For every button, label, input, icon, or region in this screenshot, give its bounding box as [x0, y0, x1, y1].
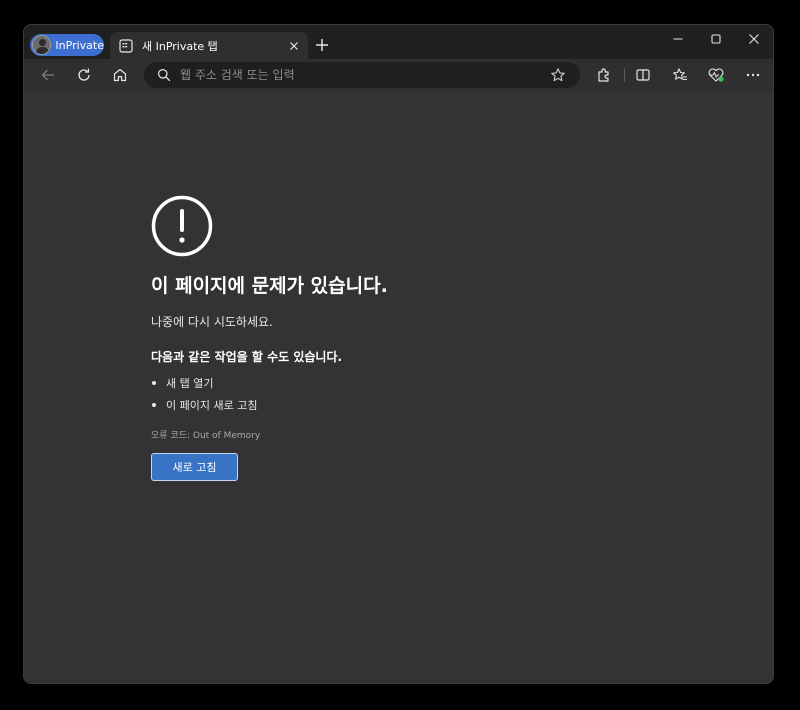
favorites-button[interactable]: [667, 63, 693, 87]
option-label: 새 탭 열기: [166, 377, 214, 390]
inprivate-profile-button[interactable]: InPrivate: [30, 34, 104, 56]
close-window-button[interactable]: [736, 28, 772, 50]
bullet-icon: [152, 381, 156, 385]
browser-window: InPrivate 새 InPrivate 탭 웹 주소 검색 또는 입력 이 …: [23, 24, 774, 684]
option-label: 이 페이지 새로 고침: [166, 399, 258, 412]
error-subtitle: 나중에 다시 시도하세요.: [151, 315, 273, 329]
options-list: 새 탭 열기 이 페이지 새로 고침: [151, 372, 257, 416]
back-button[interactable]: [35, 63, 61, 87]
profile-avatar-icon: [32, 35, 52, 55]
minimize-icon: [673, 38, 683, 40]
error-title: 이 페이지에 문제가 있습니다.: [151, 275, 388, 297]
error-exclamation-icon: [151, 195, 213, 257]
back-arrow-icon: [41, 69, 54, 81]
browser-essentials-icon: [708, 68, 724, 82]
split-screen-icon: [636, 69, 650, 81]
home-icon: [113, 68, 127, 82]
tab-new-inprivate[interactable]: 새 InPrivate 탭: [110, 32, 308, 59]
refresh-icon: [78, 68, 90, 81]
tab-title: 새 InPrivate 탭: [142, 39, 218, 53]
home-button[interactable]: [107, 63, 133, 87]
maximize-icon: [711, 34, 721, 44]
close-icon: [749, 34, 759, 44]
profile-label: InPrivate: [55, 38, 104, 52]
minimize-button[interactable]: [660, 28, 696, 50]
split-screen-button[interactable]: [630, 63, 656, 87]
new-tab-page-icon: [119, 38, 133, 53]
search-icon: [158, 69, 171, 82]
star-icon: [551, 68, 565, 82]
maximize-button[interactable]: [698, 28, 734, 50]
extensions-icon: [598, 68, 609, 82]
more-icon: [746, 73, 760, 77]
refresh-button[interactable]: [71, 63, 97, 87]
toolbar-divider: [624, 68, 625, 82]
options-title: 다음과 같은 작업을 할 수도 있습니다.: [151, 350, 343, 364]
error-page: 이 페이지에 문제가 있습니다. 나중에 다시 시도하세요. 다음과 같은 작업…: [24, 91, 773, 683]
tab-close-icon[interactable]: [284, 36, 304, 56]
title-bar: InPrivate 새 InPrivate 탭: [24, 25, 773, 59]
option-refresh-page: 이 페이지 새로 고침: [151, 394, 257, 416]
extensions-button[interactable]: [591, 63, 617, 87]
toolbar: [24, 59, 773, 91]
more-button[interactable]: [740, 63, 766, 87]
plus-icon: [316, 39, 328, 51]
address-bar[interactable]: [144, 62, 580, 88]
option-open-new-tab: 새 탭 열기: [151, 372, 257, 394]
address-input[interactable]: [180, 62, 520, 88]
favorites-icon: [673, 68, 687, 81]
bullet-icon: [152, 403, 156, 407]
error-code: 오류 코드: Out of Memory: [151, 431, 261, 441]
reload-button[interactable]: 새로 고침: [151, 453, 238, 481]
favorite-star-button[interactable]: [550, 67, 566, 83]
browser-essentials-button[interactable]: [703, 63, 729, 87]
new-tab-button[interactable]: [312, 35, 332, 55]
